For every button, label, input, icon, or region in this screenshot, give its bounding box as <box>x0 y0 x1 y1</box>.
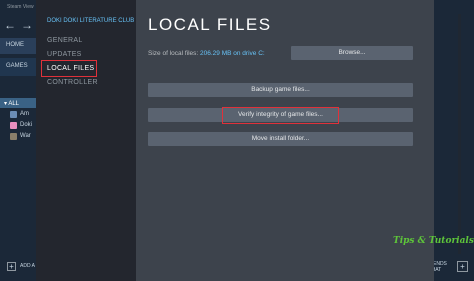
home-button[interactable]: HOME <box>0 38 40 54</box>
steam-menubar[interactable]: Steam View <box>0 0 40 14</box>
games-dropdown[interactable]: GAMES <box>0 58 40 76</box>
properties-sidebar: DOKI DOKI LITERATURE CLUB GENERAL UPDATE… <box>36 0 136 281</box>
game-title: DOKI DOKI LITERATURE CLUB <box>47 18 135 24</box>
library-game-label: Doki <box>20 122 33 128</box>
library-game-label: Am <box>20 111 29 117</box>
highlight-box-verify <box>222 107 339 124</box>
steam-nav: ← → <box>0 14 40 38</box>
add-game-label: ADD A <box>20 263 36 269</box>
backup-game-files-button[interactable]: Backup game files... <box>148 83 413 97</box>
size-label: Size of local files: <box>148 50 199 57</box>
scrollbar[interactable] <box>458 14 461 254</box>
friends-chat-button[interactable]: RIENDS CHAT + <box>428 258 474 276</box>
game-icon <box>10 133 17 140</box>
size-value: 206.29 MB on drive C: <box>200 50 265 57</box>
library-game-label: War <box>20 133 31 139</box>
properties-dialog: DOKI DOKI LITERATURE CLUB GENERAL UPDATE… <box>36 0 434 281</box>
browse-button[interactable]: Browse... <box>291 46 413 60</box>
add-game-button[interactable]: + ADD A <box>0 258 40 274</box>
plus-icon: + <box>457 261 468 272</box>
highlight-box-local-files <box>41 60 97 77</box>
sidebar-item-general[interactable]: GENERAL <box>47 37 83 44</box>
local-files-size: Size of local files: 206.29 MB on drive … <box>148 50 265 57</box>
move-install-folder-button[interactable]: Move install folder... <box>148 132 413 146</box>
sidebar-item-controller[interactable]: CONTROLLER <box>47 79 98 86</box>
game-icon <box>10 122 17 129</box>
library-game-item[interactable]: Am <box>0 109 40 120</box>
forward-arrow-icon[interactable]: → <box>21 18 33 32</box>
sidebar-item-updates[interactable]: UPDATES <box>47 51 82 58</box>
all-games-collapse[interactable]: ▾ ALL <box>0 98 40 108</box>
local-files-panel: LOCAL FILES Size of local files: 206.29 … <box>136 0 434 281</box>
plus-icon: + <box>7 262 16 271</box>
library-game-item[interactable]: War <box>0 131 40 142</box>
game-icon <box>10 111 17 118</box>
library-game-item[interactable]: Doki <box>0 120 40 131</box>
back-arrow-icon[interactable]: ← <box>4 18 16 32</box>
page-title: LOCAL FILES <box>148 15 272 34</box>
watermark-logo: Tips & Tutorials <box>393 236 474 246</box>
